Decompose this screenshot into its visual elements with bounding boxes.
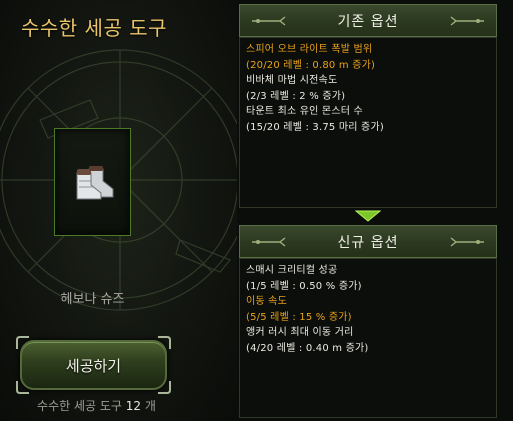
new-options-header: 신규 옵션 bbox=[239, 225, 497, 258]
option-name: 앵커 러시 최대 이동 거리 bbox=[246, 327, 354, 338]
arrow-down-icon bbox=[355, 210, 381, 222]
craft-button-label: 세공하기 bbox=[65, 356, 122, 375]
option-name: 비바체 마법 시전속도 bbox=[246, 75, 338, 86]
option-detail: (4/20 레벨 : 0.40 m 증가) bbox=[246, 342, 369, 354]
option-detail: (5/5 레벨 : 15 % 증가) bbox=[246, 311, 352, 323]
page-title: 수수한 세공 도구 bbox=[21, 16, 168, 40]
option-detail: (2/3 레벨 : 2 % 증가) bbox=[246, 90, 346, 102]
tool-count-unit: 개 bbox=[144, 399, 156, 413]
option-item: 이동 속도 (5/5 레벨 : 15 % 증가) bbox=[246, 294, 490, 325]
left-panel: 수수한 세공 도구 헤보나 슈즈 세공하기 수수한 세공 도구 12 개 bbox=[0, 0, 237, 421]
tool-count-label: 수수한 세공 도구 bbox=[37, 399, 122, 413]
option-name: 스피어 오브 라이트 폭발 범위 bbox=[246, 44, 373, 55]
header-ornament-icon bbox=[450, 16, 484, 26]
option-item: 앵커 러시 최대 이동 거리 (4/20 레벨 : 0.40 m 증가) bbox=[246, 325, 490, 356]
option-name: 이동 속도 bbox=[246, 296, 287, 307]
boots-icon bbox=[76, 166, 114, 200]
header-ornament-icon bbox=[450, 237, 484, 247]
header-ornament-icon bbox=[252, 237, 286, 247]
item-name: 헤보나 슈즈 bbox=[60, 292, 125, 307]
new-options-title: 신규 옵션 bbox=[337, 234, 399, 251]
item-slot[interactable] bbox=[54, 128, 131, 236]
option-item: 스피어 오브 라이트 폭발 범위 (20/20 레벨 : 0.80 m 증가) bbox=[246, 42, 490, 73]
corner-ornament-icon bbox=[158, 381, 171, 394]
existing-options-list: 스피어 오브 라이트 폭발 범위 (20/20 레벨 : 0.80 m 증가) … bbox=[239, 37, 497, 208]
option-detail: (1/5 레벨 : 0.50 % 증가) bbox=[246, 280, 362, 292]
tool-count-value: 12 bbox=[125, 399, 142, 413]
option-name: 타운트 최소 유인 몬스터 수 bbox=[246, 106, 363, 117]
option-detail: (15/20 레벨 : 3.75 마리 증가) bbox=[246, 121, 384, 133]
existing-options-title: 기존 옵션 bbox=[337, 13, 399, 30]
header-ornament-icon bbox=[252, 16, 286, 26]
new-options-list: 스매시 크리티컬 성공 (1/5 레벨 : 0.50 % 증가) 이동 속도 (… bbox=[239, 258, 497, 418]
tool-count: 수수한 세공 도구 12 개 bbox=[0, 397, 193, 414]
option-name: 스매시 크리티컬 성공 bbox=[246, 265, 338, 276]
existing-options-header: 기존 옵션 bbox=[239, 4, 497, 37]
craft-button[interactable]: 세공하기 bbox=[16, 336, 171, 394]
option-detail: (20/20 레벨 : 0.80 m 증가) bbox=[246, 59, 376, 71]
option-item: 스매시 크리티컬 성공 (1/5 레벨 : 0.50 % 증가) bbox=[246, 263, 490, 294]
corner-ornament-icon bbox=[16, 336, 29, 349]
option-item: 타운트 최소 유인 몬스터 수 (15/20 레벨 : 3.75 마리 증가) bbox=[246, 104, 490, 135]
corner-ornament-icon bbox=[158, 336, 171, 349]
corner-ornament-icon bbox=[16, 381, 29, 394]
option-item: 비바체 마법 시전속도 (2/3 레벨 : 2 % 증가) bbox=[246, 73, 490, 104]
